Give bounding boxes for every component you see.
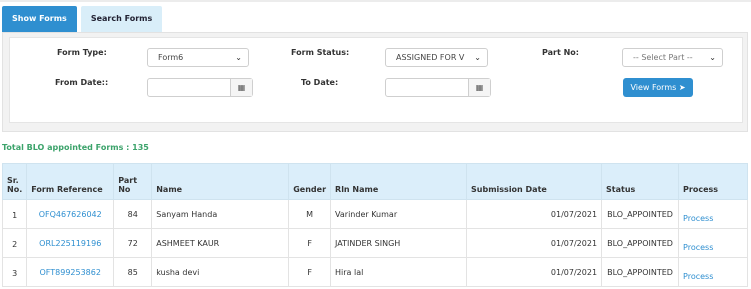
process-link[interactable]: Process xyxy=(678,199,748,229)
calendar-icon[interactable]: ▦ xyxy=(468,79,490,96)
cell-form-reference[interactable]: OFT899253862 xyxy=(26,257,115,287)
view-forms-button[interactable]: View Forms ➤ xyxy=(623,78,693,97)
form-type-select[interactable]: Form6 ⌄ xyxy=(147,48,249,67)
arrow-circle-right-icon: ➤ xyxy=(678,83,686,92)
cell-name: ASHMEET KAUR xyxy=(151,228,290,258)
col-gender: Gender xyxy=(288,163,332,200)
table-header-row: Sr. No. Form Reference Part No Name Gend… xyxy=(1,163,748,200)
chevron-down-icon: ⌄ xyxy=(709,53,716,62)
top-border xyxy=(0,0,751,2)
col-form-reference: Form Reference xyxy=(26,163,115,200)
form-type-label: Form Type: xyxy=(57,48,107,57)
total-forms-count: Total BLO appointed Forms : 135 xyxy=(2,143,149,152)
col-part-no: Part No xyxy=(113,163,153,200)
part-no-value: -- Select Part -- xyxy=(633,53,693,62)
cell-rln-name: JATINDER SINGH xyxy=(330,228,468,258)
cell-submission-date: 01/07/2021 xyxy=(466,228,603,258)
cell-rln-name: Varinder Kumar xyxy=(330,199,468,229)
cell-submission-date: 01/07/2021 xyxy=(466,199,603,229)
process-link[interactable]: Process xyxy=(678,257,748,287)
cell-submission-date: 01/07/2021 xyxy=(466,257,603,287)
chevron-down-icon: ⌄ xyxy=(235,53,242,62)
col-sr-no: Sr. No. xyxy=(1,163,28,200)
cell-part-no: 84 xyxy=(113,199,153,229)
tab-bar: Show Forms Search Forms xyxy=(2,6,163,32)
col-rln-name: Rln Name xyxy=(330,163,468,200)
cell-form-reference[interactable]: OFQ467626042 xyxy=(26,199,115,229)
cell-status: BLO_APPOINTED xyxy=(601,228,680,258)
form-status-select[interactable]: ASSIGNED FOR V ⌄ xyxy=(385,48,488,67)
cell-sr: 3 xyxy=(1,257,28,287)
table-row: 2 ORL225119196 72 ASHMEET KAUR F JATINDE… xyxy=(1,228,748,258)
to-date-label: To Date: xyxy=(301,78,339,87)
cell-sr: 2 xyxy=(1,228,28,258)
part-no-label: Part No: xyxy=(542,48,579,57)
cell-gender: M xyxy=(288,199,332,229)
col-process: Process xyxy=(678,163,748,200)
cell-sr: 1 xyxy=(1,199,28,229)
cell-gender: F xyxy=(288,228,332,258)
tab-show-forms[interactable]: Show Forms xyxy=(2,6,77,32)
tab-search-forms[interactable]: Search Forms xyxy=(80,6,163,32)
col-submission-date: Submission Date xyxy=(466,163,603,200)
cell-form-reference[interactable]: ORL225119196 xyxy=(26,228,115,258)
cell-name: Sanyam Handa xyxy=(151,199,290,229)
view-forms-label: View Forms xyxy=(630,83,677,92)
form-status-value: ASSIGNED FOR V xyxy=(396,53,465,62)
cell-part-no: 85 xyxy=(113,257,153,287)
table-row: 1 OFQ467626042 84 Sanyam Handa M Varinde… xyxy=(1,199,748,229)
cell-rln-name: Hira lal xyxy=(330,257,468,287)
form-type-value: Form6 xyxy=(158,53,184,62)
filter-panel: Form Type: Form6 ⌄ Form Status: ASSIGNED… xyxy=(2,32,748,132)
col-status: Status xyxy=(601,163,680,200)
process-link[interactable]: Process xyxy=(678,228,748,258)
from-date-label: From Date:: xyxy=(55,78,109,87)
part-no-select[interactable]: -- Select Part -- ⌄ xyxy=(622,48,723,67)
cell-status: BLO_APPOINTED xyxy=(601,199,680,229)
chevron-down-icon: ⌄ xyxy=(474,53,481,62)
table-row: 3 OFT899253862 85 kusha devi F Hira lal … xyxy=(1,257,748,287)
cell-part-no: 72 xyxy=(113,228,153,258)
filter-form: Form Type: Form6 ⌄ Form Status: ASSIGNED… xyxy=(9,37,743,123)
to-date-input[interactable]: ▦ xyxy=(385,78,491,97)
forms-table: Sr. No. Form Reference Part No Name Gend… xyxy=(1,163,748,287)
cell-status: BLO_APPOINTED xyxy=(601,257,680,287)
col-name: Name xyxy=(151,163,290,200)
from-date-input[interactable]: ▦ xyxy=(147,78,253,97)
cell-name: kusha devi xyxy=(151,257,290,287)
form-status-label: Form Status: xyxy=(291,48,350,57)
cell-gender: F xyxy=(288,257,332,287)
calendar-icon[interactable]: ▦ xyxy=(230,79,252,96)
